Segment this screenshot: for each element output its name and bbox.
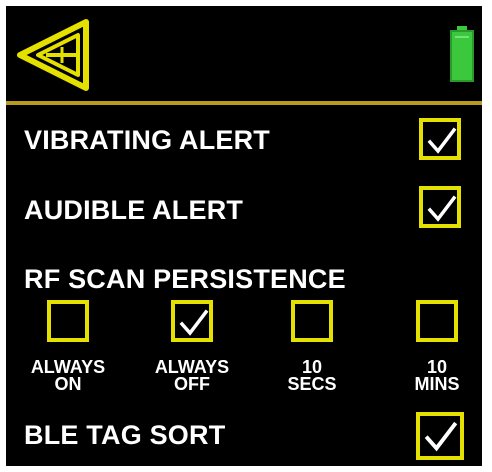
ble-tag-sort-label: BLE TAG SORT	[24, 420, 226, 450]
header-divider	[6, 101, 482, 105]
audible-alert-label: AUDIBLE ALERT	[24, 195, 244, 225]
settings-panel: VIBRATING ALERT AUDIBLE ALERT RF SCAN PE…	[6, 6, 482, 466]
checkmark-icon	[427, 195, 457, 222]
back-arrow-icon	[17, 19, 89, 91]
ble-tag-sort-checkbox[interactable]	[416, 412, 464, 460]
always-on-label: ALWAYS ON	[30, 357, 106, 394]
always-on-checkbox[interactable]	[47, 300, 89, 342]
ten-secs-checkbox[interactable]	[291, 300, 333, 342]
checkmark-icon	[424, 421, 458, 452]
battery-full-icon	[450, 26, 474, 82]
ten-mins-label: 10 MINS	[414, 357, 460, 394]
ten-mins-checkbox[interactable]	[416, 300, 458, 342]
ten-secs-label: 10 SECS	[287, 357, 337, 394]
device-screen: VIBRATING ALERT AUDIBLE ALERT RF SCAN PE…	[0, 0, 492, 472]
vibrating-alert-label: VIBRATING ALERT	[24, 125, 270, 155]
audible-alert-checkbox[interactable]	[419, 186, 461, 228]
rf-scan-persistence-label: RF SCAN PERSISTENCE	[24, 264, 346, 294]
checkmark-icon	[179, 309, 209, 336]
vibrating-alert-checkbox[interactable]	[419, 118, 461, 160]
checkmark-icon	[427, 127, 457, 154]
always-off-label: ALWAYS OFF	[154, 357, 230, 394]
header-bar	[6, 6, 482, 98]
always-off-checkbox[interactable]	[171, 300, 213, 342]
back-button[interactable]	[16, 16, 94, 94]
